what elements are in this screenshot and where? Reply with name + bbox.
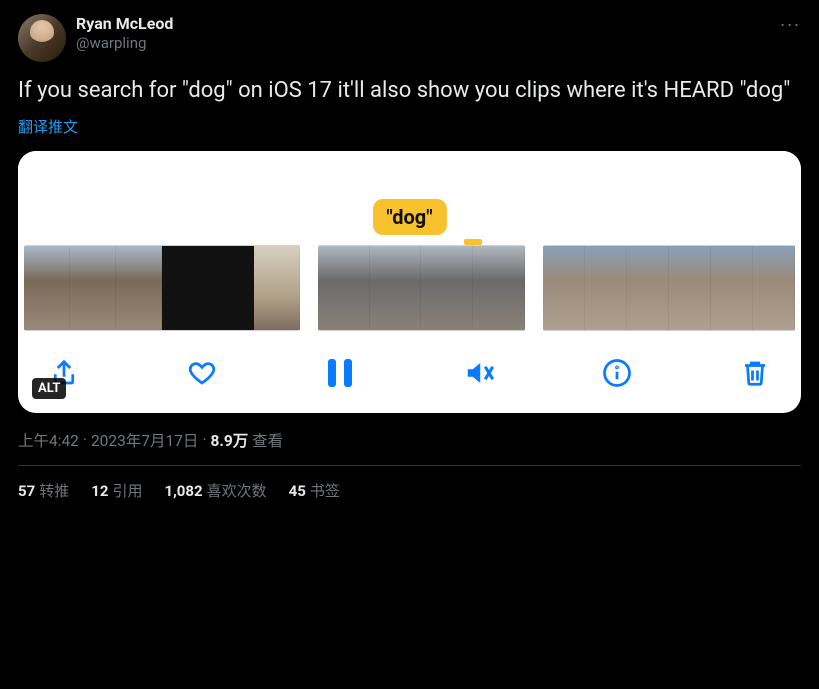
stat-quotes[interactable]: 12引用 [91, 480, 142, 501]
avatar[interactable] [18, 14, 66, 62]
display-name: Ryan McLeod [76, 14, 173, 34]
clip-group[interactable] [24, 245, 300, 331]
clip-frame [473, 246, 525, 331]
mute-icon[interactable] [461, 355, 497, 391]
date[interactable]: 2023年7月17日 [91, 429, 198, 451]
clip-frame [162, 246, 208, 331]
clip-frame [627, 246, 669, 331]
clip-frame [711, 246, 753, 331]
trash-icon[interactable] [737, 355, 773, 391]
author-names[interactable]: Ryan McLeod @warpling [76, 14, 173, 53]
translate-link[interactable]: 翻译推文 [18, 116, 801, 137]
time[interactable]: 上午4:42 [18, 429, 79, 451]
pause-icon[interactable] [322, 355, 358, 391]
clip-frame [116, 246, 162, 331]
dot: · [202, 431, 206, 449]
clip-frame [24, 246, 70, 331]
tweet-header: Ryan McLeod @warpling ··· [18, 14, 801, 62]
clip-frame [421, 246, 473, 331]
clip-frame [208, 246, 254, 331]
tweet-text: If you search for "dog" on iOS 17 it'll … [18, 76, 801, 106]
stat-retweets[interactable]: 57转推 [18, 480, 69, 501]
handle: @warpling [76, 34, 173, 53]
stat-likes[interactable]: 1,082喜欢次数 [164, 480, 266, 501]
clip-frame [70, 246, 116, 331]
tweet-meta: 上午4:42 · 2023年7月17日 · 8.9万 查看 [18, 429, 801, 451]
clip-frame [254, 246, 300, 331]
clip-frame [318, 246, 370, 331]
search-highlight-tag: "dog" [372, 199, 446, 235]
tweet-stats: 57转推 12引用 1,082喜欢次数 45书签 [18, 480, 801, 501]
clip-frame [370, 246, 422, 331]
clip-frame [543, 246, 585, 331]
info-icon[interactable] [599, 355, 635, 391]
media-card[interactable]: "dog" [18, 151, 801, 413]
clip-group[interactable] [318, 245, 526, 331]
dot: · [83, 431, 87, 449]
media-top: "dog" [18, 151, 801, 241]
clip-group[interactable] [543, 245, 795, 331]
highlight-tick [464, 239, 482, 245]
clip-frame [585, 246, 627, 331]
clip-frame [669, 246, 711, 331]
views-count: 8.9万 [211, 432, 249, 450]
heart-icon[interactable] [184, 355, 220, 391]
separator [18, 465, 801, 466]
more-icon[interactable]: ··· [780, 14, 801, 37]
video-timeline[interactable] [18, 241, 801, 335]
clip-frame [753, 246, 795, 331]
views-label: 查看 [252, 432, 283, 450]
media-toolbar [18, 335, 801, 395]
tweet-container: Ryan McLeod @warpling ··· If you search … [0, 0, 819, 511]
alt-badge[interactable]: ALT [32, 378, 66, 399]
stat-bookmarks[interactable]: 45书签 [289, 480, 340, 501]
